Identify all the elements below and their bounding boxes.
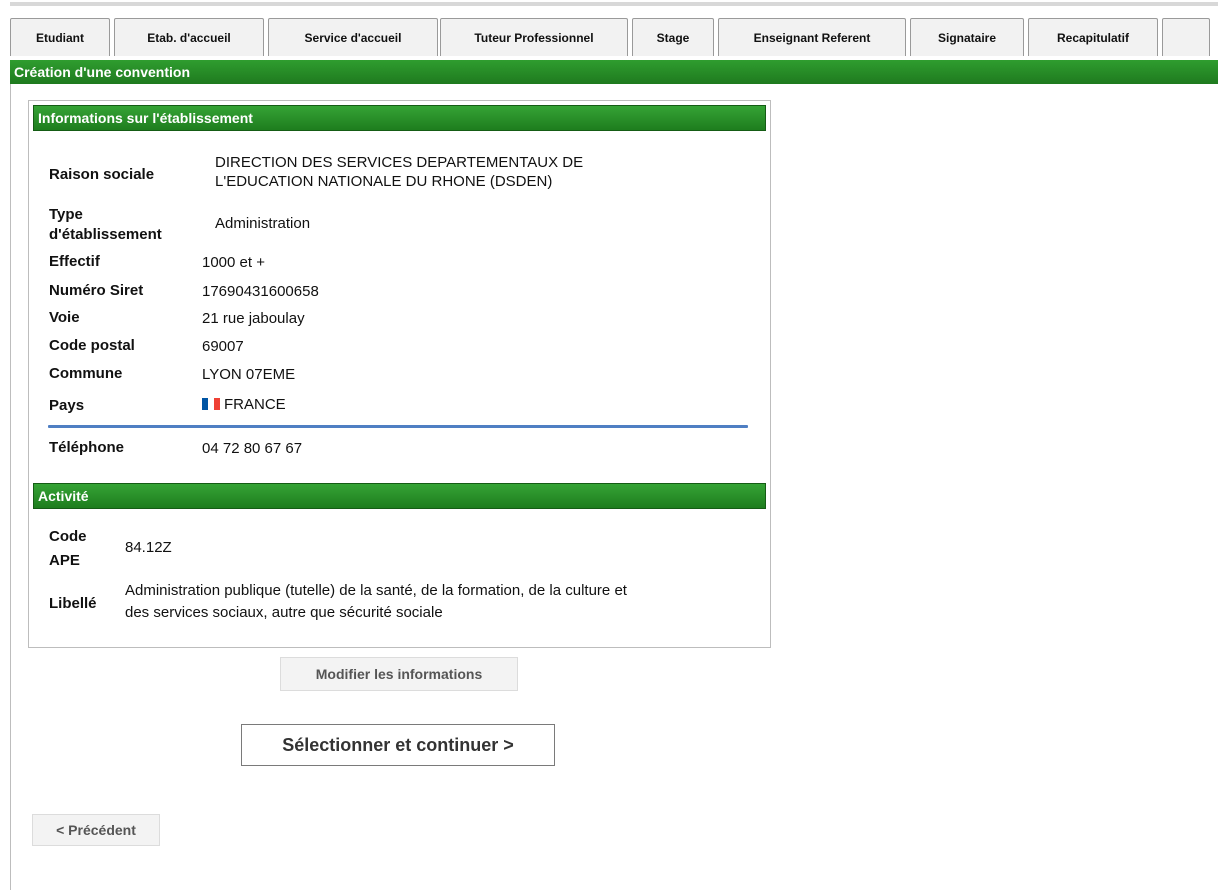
- telephone-label: Téléphone: [49, 439, 125, 456]
- commune-label: Commune: [49, 365, 123, 382]
- type-value: Administration: [215, 215, 311, 232]
- tab-etudiant[interactable]: Etudiant: [10, 18, 110, 56]
- voie-label: Voie: [49, 309, 80, 326]
- tab-tuteur-professionnel[interactable]: Tuteur Professionnel: [440, 18, 628, 56]
- france-flag-icon: [202, 396, 220, 410]
- code-postal-value: 69007: [202, 338, 244, 355]
- raison-sociale-line2: L'EDUCATION NATIONALE DU RHONE (DSDEN): [215, 173, 553, 190]
- code-ape-label-line2: APE: [49, 552, 80, 569]
- tab-extra[interactable]: [1162, 18, 1210, 56]
- libelle-line1: Administration publique (tutelle) de la …: [125, 582, 627, 599]
- left-divider: [10, 84, 11, 890]
- top-border-strip: [10, 2, 1218, 6]
- tab-stage[interactable]: Stage: [632, 18, 714, 56]
- pays-label: Pays: [49, 397, 85, 414]
- modifier-button[interactable]: Modifier les informations: [280, 657, 518, 691]
- activite-section-header: Activité: [33, 483, 766, 509]
- effectif-label: Effectif: [49, 253, 100, 270]
- commune-value: LYON 07EME: [202, 366, 296, 383]
- effectif-value: 1000 et +: [202, 254, 265, 271]
- libelle-label: Libellé: [49, 595, 97, 612]
- page-title: Création d'une convention: [10, 60, 1218, 84]
- pays-value: FRANCE: [202, 395, 286, 414]
- code-ape-label-line1: Code: [49, 528, 87, 545]
- siret-label: Numéro Siret: [49, 282, 144, 299]
- type-label-line1: Type: [49, 206, 83, 223]
- blue-separator: [48, 425, 748, 428]
- pays-text: FRANCE: [224, 396, 286, 413]
- tab-etab-accueil[interactable]: Etab. d'accueil: [114, 18, 264, 56]
- raison-sociale-label: Raison sociale: [49, 166, 155, 183]
- precedent-button[interactable]: < Précédent: [32, 814, 160, 846]
- tab-service-accueil[interactable]: Service d'accueil: [268, 18, 438, 56]
- tab-enseignant-referent[interactable]: Enseignant Referent: [718, 18, 906, 56]
- libelle-line2: des services sociaux, autre que sécurité…: [125, 604, 443, 621]
- telephone-value: 04 72 80 67 67: [202, 440, 303, 457]
- tab-signataire[interactable]: Signataire: [910, 18, 1024, 56]
- etablissement-section-header: Informations sur l'établissement: [33, 105, 766, 131]
- raison-sociale-line1: DIRECTION DES SERVICES DEPARTEMENTAUX DE: [215, 154, 584, 171]
- selectionner-continuer-button[interactable]: Sélectionner et continuer >: [241, 724, 555, 766]
- tab-recapitulatif[interactable]: Recapitulatif: [1028, 18, 1158, 56]
- type-label-line2: d'établissement: [49, 226, 162, 243]
- code-ape-value: 84.12Z: [125, 539, 172, 556]
- siret-value: 17690431600658: [202, 283, 319, 300]
- code-postal-label: Code postal: [49, 337, 135, 354]
- voie-value: 21 rue jaboulay: [202, 310, 305, 327]
